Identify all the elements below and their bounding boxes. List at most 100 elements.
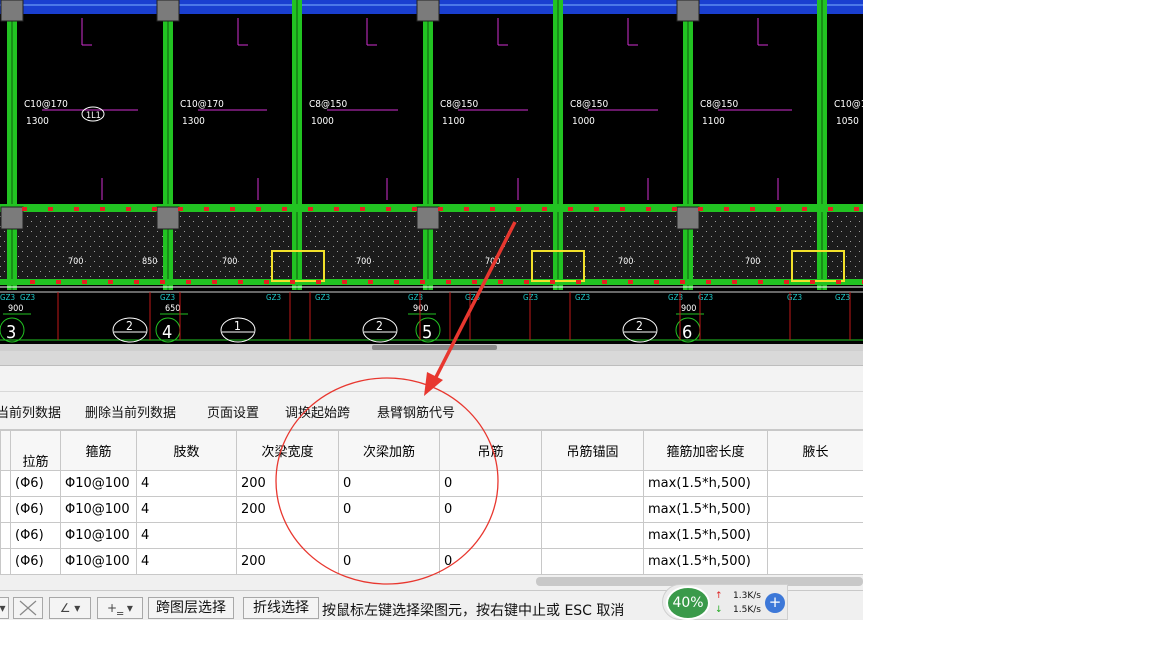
cell-haunch-length[interactable] bbox=[767, 522, 863, 549]
cell-hanger-bar[interactable] bbox=[439, 522, 542, 549]
cell-secondary-beam-width[interactable] bbox=[236, 522, 339, 549]
cell-legs[interactable]: 4 bbox=[136, 470, 237, 497]
cell-stirrup[interactable]: Φ10@100 bbox=[60, 496, 137, 523]
hatch-dot bbox=[67, 241, 68, 242]
hatch-dot bbox=[4, 241, 5, 242]
cell-legs[interactable]: 4 bbox=[136, 496, 237, 523]
hatch-dot bbox=[198, 236, 199, 237]
hatch-dot bbox=[126, 246, 127, 247]
hatch-dot bbox=[247, 271, 248, 272]
cad-drawing[interactable]: C10@1701300C10@1701300C8@1501000C8@15011… bbox=[0, 0, 863, 344]
cell-haunch-length[interactable] bbox=[767, 496, 863, 523]
table-row[interactable]: (Φ6) Φ10@100 4 max(1.5*h,500) bbox=[0, 522, 863, 549]
col-header-haunch-length[interactable]: 腋长 bbox=[767, 430, 863, 471]
hatch-dot bbox=[742, 241, 743, 242]
hatch-dot bbox=[337, 241, 338, 242]
offset-tool-icon[interactable]: +‗ ▾ bbox=[97, 597, 143, 619]
cell-tie-bar[interactable]: (Φ6) bbox=[10, 470, 61, 497]
hatch-dot bbox=[756, 276, 757, 277]
angle-tool-icon[interactable]: ∠ ▾ bbox=[49, 597, 91, 619]
network-speed-widget[interactable]: 40% ↑ 1.3K/s ↓ 1.5K/s + bbox=[662, 584, 788, 620]
cell-secondary-beam-extra-bar[interactable] bbox=[338, 522, 440, 549]
hatch-dot bbox=[234, 226, 235, 227]
cell-stirrup-dense-length[interactable]: max(1.5*h,500) bbox=[643, 522, 768, 549]
cross-select-icon[interactable] bbox=[13, 597, 43, 619]
col-header-stirrup-dense-length[interactable]: 箍筋加密长度 bbox=[643, 430, 768, 471]
cell-secondary-beam-width[interactable]: 200 bbox=[236, 548, 339, 575]
col-header-hanger-bar[interactable]: 吊筋 bbox=[439, 430, 542, 471]
menu-swap-start-span[interactable]: 调换起始跨 bbox=[285, 402, 350, 421]
col-header-legs[interactable]: 肢数 bbox=[136, 430, 237, 471]
cell-stirrup-dense-length[interactable]: max(1.5*h,500) bbox=[643, 548, 768, 575]
hatch-dot bbox=[22, 241, 23, 242]
hatch-dot bbox=[243, 226, 244, 227]
cell-tie-bar[interactable]: (Φ6) bbox=[10, 548, 61, 575]
menu-page-setup[interactable]: 页面设置 bbox=[207, 402, 259, 421]
hatch-dot bbox=[702, 256, 703, 257]
col-header-hanger-anchorage[interactable]: 吊筋锚固 bbox=[541, 430, 644, 471]
table-row[interactable]: (Φ6) Φ10@100 4 200 0 0 max(1.5*h,500) bbox=[0, 470, 863, 497]
hatch-dot bbox=[778, 251, 779, 252]
table-row[interactable]: (Φ6) Φ10@100 4 200 0 0 max(1.5*h,500) bbox=[0, 496, 863, 523]
cell-hanger-anchorage[interactable] bbox=[541, 496, 644, 523]
cell-legs[interactable]: 4 bbox=[136, 522, 237, 549]
cell-hanger-bar[interactable]: 0 bbox=[439, 496, 542, 523]
hatch-dot bbox=[4, 271, 5, 272]
hatch-dot bbox=[508, 251, 509, 252]
canvas-horizontal-scrollbar[interactable] bbox=[0, 344, 863, 351]
cell-hanger-anchorage[interactable] bbox=[541, 548, 644, 575]
cad-drawing-canvas[interactable]: C10@170 1300 C10@170 1300 C8@150 1000 C8@150 11… bbox=[0, 0, 863, 344]
menu-current-column-data[interactable]: 当前列数据 bbox=[0, 402, 61, 421]
hatch-dot bbox=[189, 256, 190, 257]
accelerate-plus-icon[interactable]: + bbox=[765, 593, 785, 613]
col-header-stirrup[interactable]: 箍筋 bbox=[60, 430, 137, 471]
hatch-dot bbox=[27, 246, 28, 247]
hatch-dot bbox=[99, 276, 100, 277]
cell-haunch-length[interactable] bbox=[767, 470, 863, 497]
hatch-dot bbox=[526, 251, 527, 252]
cell-hanger-anchorage[interactable] bbox=[541, 522, 644, 549]
cell-secondary-beam-width[interactable]: 200 bbox=[236, 496, 339, 523]
hatch-dot bbox=[81, 246, 82, 247]
hatch-dot bbox=[0, 236, 1, 237]
cell-hanger-bar[interactable]: 0 bbox=[439, 470, 542, 497]
col-header-tie-bar[interactable]: 拉筋 bbox=[10, 430, 61, 471]
hatch-dot bbox=[405, 236, 406, 237]
cell-legs[interactable]: 4 bbox=[136, 548, 237, 575]
hatch-dot bbox=[27, 266, 28, 267]
hatch-dot bbox=[360, 246, 361, 247]
hatch-dot bbox=[540, 246, 541, 247]
cross-layer-select-button[interactable]: 跨图层选择 bbox=[148, 597, 234, 619]
cell-hanger-bar[interactable]: 0 bbox=[439, 548, 542, 575]
table-row[interactable]: (Φ6) Φ10@100 4 200 0 0 max(1.5*h,500) bbox=[0, 548, 863, 575]
hatch-dot bbox=[693, 246, 694, 247]
hatch-dot bbox=[751, 231, 752, 232]
hatch-dot bbox=[508, 271, 509, 272]
cell-tie-bar[interactable]: (Φ6) bbox=[10, 496, 61, 523]
hatch-dot bbox=[54, 236, 55, 237]
cell-stirrup[interactable]: Φ10@100 bbox=[60, 522, 137, 549]
col-header-secondary-beam-extra-bar[interactable]: 次梁加筋 bbox=[338, 430, 440, 471]
cell-stirrup-dense-length[interactable]: max(1.5*h,500) bbox=[643, 496, 768, 523]
cell-secondary-beam-extra-bar[interactable]: 0 bbox=[338, 470, 440, 497]
cell-stirrup-dense-length[interactable]: max(1.5*h,500) bbox=[643, 470, 768, 497]
menu-delete-current-column-data[interactable]: 删除当前列数据 bbox=[85, 402, 176, 421]
cell-secondary-beam-extra-bar[interactable]: 0 bbox=[338, 548, 440, 575]
cell-stirrup[interactable]: Φ10@100 bbox=[60, 470, 137, 497]
polyline-select-button[interactable]: 折线选择 bbox=[243, 597, 319, 619]
cell-stirrup[interactable]: Φ10@100 bbox=[60, 548, 137, 575]
hatch-dot bbox=[486, 226, 487, 227]
cell-haunch-length[interactable] bbox=[767, 548, 863, 575]
cell-hanger-anchorage[interactable] bbox=[541, 470, 644, 497]
hatch-dot bbox=[787, 261, 788, 262]
cell-secondary-beam-width[interactable]: 200 bbox=[236, 470, 339, 497]
hatch-dot bbox=[783, 246, 784, 247]
dropdown-arrow-icon[interactable]: ▾ bbox=[0, 597, 9, 619]
cell-secondary-beam-extra-bar[interactable]: 0 bbox=[338, 496, 440, 523]
col-header-secondary-beam-width[interactable]: 次梁宽度 bbox=[236, 430, 339, 471]
hatch-dot bbox=[58, 231, 59, 232]
cell-tie-bar[interactable]: (Φ6) bbox=[10, 522, 61, 549]
menu-cantilever-rebar-code[interactable]: 悬臂钢筋代号 bbox=[377, 402, 455, 421]
scrollbar-thumb[interactable] bbox=[372, 345, 497, 350]
hatch-dot bbox=[801, 216, 802, 217]
